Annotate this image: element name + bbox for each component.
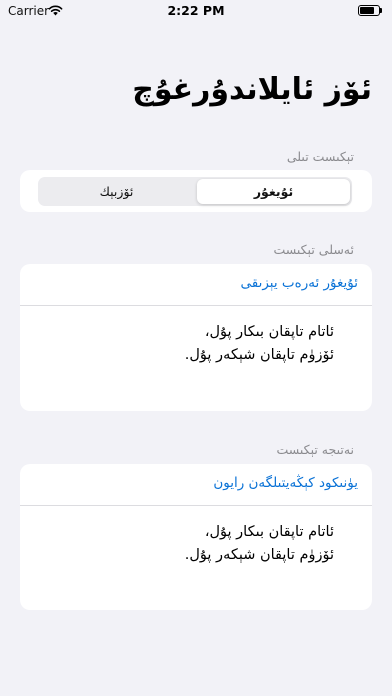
source-text-line: ئاتام تاپقان بىكار پۇل، [204, 324, 334, 340]
segment-uyghur[interactable]: ئۇيغۇر [197, 179, 350, 204]
language-segmented-control: ئۇيغۇر ئۆزبېك [38, 177, 352, 206]
result-script-row[interactable]: يۈنىكود كېڭەيتىلگەن رايون [20, 464, 372, 506]
source-card: ئۇيغۇر ئەرەب يېزىقى ئاتام تاپقان بىكار پ… [20, 264, 372, 411]
battery-icon [358, 5, 382, 16]
segment-uzbek[interactable]: ئۆزبېك [40, 179, 193, 204]
result-text[interactable]: ئاتام تاپقان بىكار پۇل، ئۆزۈم تاپقان شېك… [185, 521, 334, 567]
status-bar: Carrier 2:22 PM [0, 0, 392, 22]
result-card: يۈنىكود كېڭەيتىلگەن رايون ئاتام تاپقان ب… [20, 464, 372, 610]
status-time: 2:22 PM [167, 3, 225, 18]
page-title: ئۆز ئايلاندۇرغۇچ [132, 72, 372, 107]
language-section-label: تېكىست تىلى [286, 149, 354, 164]
result-text-line: ئۆزۈم تاپقان شېكەر پۇل. [184, 547, 334, 563]
language-card: ئۇيغۇر ئۆزبېك [20, 170, 372, 212]
result-text-line: ئاتام تاپقان بىكار پۇل، [204, 524, 334, 540]
source-text-line: ئۆزۈم تاپقان شېكەر پۇل. [184, 347, 334, 363]
source-section-label: ئەسلى تېكىست [273, 242, 354, 257]
result-script-link[interactable]: يۈنىكود كېڭەيتىلگەن رايون [213, 475, 358, 491]
result-section-label: نەتىجە تېكىست [276, 442, 354, 457]
source-script-link[interactable]: ئۇيغۇر ئەرەب يېزىقى [241, 275, 359, 291]
source-text[interactable]: ئاتام تاپقان بىكار پۇل، ئۆزۈم تاپقان شېك… [185, 321, 334, 367]
source-script-row[interactable]: ئۇيغۇر ئەرەب يېزىقى [20, 264, 372, 306]
